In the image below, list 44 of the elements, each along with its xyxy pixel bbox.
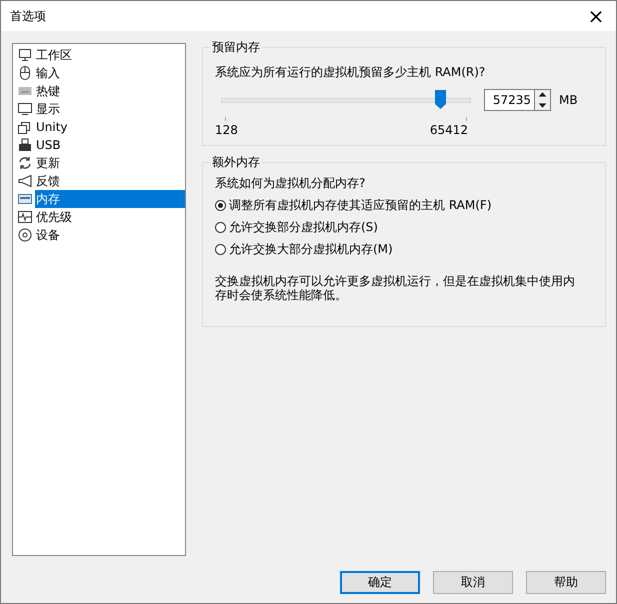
sidebar-item[interactable]: 工作区 bbox=[35, 46, 185, 64]
sidebar-item[interactable]: 显示 bbox=[35, 100, 185, 118]
dialog-button[interactable]: 确定 bbox=[340, 571, 420, 594]
group-title: 额外内存 bbox=[211, 154, 261, 171]
question-text: 系统应为所有运行的虚拟机预留多少主机 RAM(R)? bbox=[215, 64, 486, 81]
min-label: 128 bbox=[215, 123, 238, 137]
sidebar-item[interactable]: USB bbox=[35, 136, 185, 154]
window-title: 首选项 bbox=[10, 8, 46, 24]
unit-label: MB bbox=[559, 93, 578, 107]
sidebar-item[interactable]: Unity bbox=[35, 118, 185, 136]
mouse-icon bbox=[18, 66, 32, 80]
max-label: 65412 bbox=[430, 123, 468, 137]
radio-label[interactable]: 允许交换大部分虚拟机内存(M) bbox=[229, 241, 393, 258]
radio-button[interactable] bbox=[215, 222, 226, 233]
memory-number-field[interactable]: 57235 bbox=[484, 89, 534, 111]
disc-icon bbox=[18, 228, 32, 242]
sidebar-item[interactable]: 内存 bbox=[35, 190, 185, 208]
radio-button[interactable] bbox=[215, 200, 226, 211]
sidebar-item[interactable]: 优先级 bbox=[35, 208, 185, 226]
sidebar-item[interactable]: 热键 bbox=[35, 82, 185, 100]
usb-icon bbox=[18, 138, 32, 152]
question-text: 系统如何为虚拟机分配内存? bbox=[215, 175, 366, 192]
display-icon bbox=[18, 102, 32, 116]
sidebar-item[interactable]: 反馈 bbox=[35, 172, 185, 190]
sidebar-item[interactable]: 设备 bbox=[35, 226, 185, 244]
close-button[interactable]: × bbox=[576, 1, 616, 31]
dialog-button[interactable]: 取消 bbox=[433, 571, 513, 594]
radio-label[interactable]: 允许交换部分虚拟机内存(S) bbox=[229, 219, 378, 236]
sidebar-item[interactable]: 更新 bbox=[35, 154, 185, 172]
radio-label[interactable]: 调整所有虚拟机内存使其适应预留的主机 RAM(F) bbox=[229, 197, 492, 214]
memory-icon bbox=[18, 192, 32, 206]
memory-slider[interactable] bbox=[221, 89, 471, 123]
refresh-icon bbox=[18, 156, 32, 170]
pulse-icon bbox=[18, 210, 32, 224]
radio-button[interactable] bbox=[215, 244, 226, 255]
sidebar-item[interactable]: 输入 bbox=[35, 64, 185, 82]
group-title: 预留内存 bbox=[211, 39, 261, 56]
windows-icon bbox=[18, 120, 32, 134]
keyboard-icon bbox=[18, 84, 32, 98]
dialog-button[interactable]: 帮助 bbox=[526, 571, 606, 594]
note-text: 交换虚拟机内存可以允许更多虚拟机运行，但是在虚拟机集中使用内存时会使系统性能降低。 bbox=[215, 274, 575, 304]
slider-thumb[interactable] bbox=[434, 90, 446, 109]
megaphone-icon bbox=[18, 174, 32, 188]
monitor-icon bbox=[18, 48, 32, 62]
